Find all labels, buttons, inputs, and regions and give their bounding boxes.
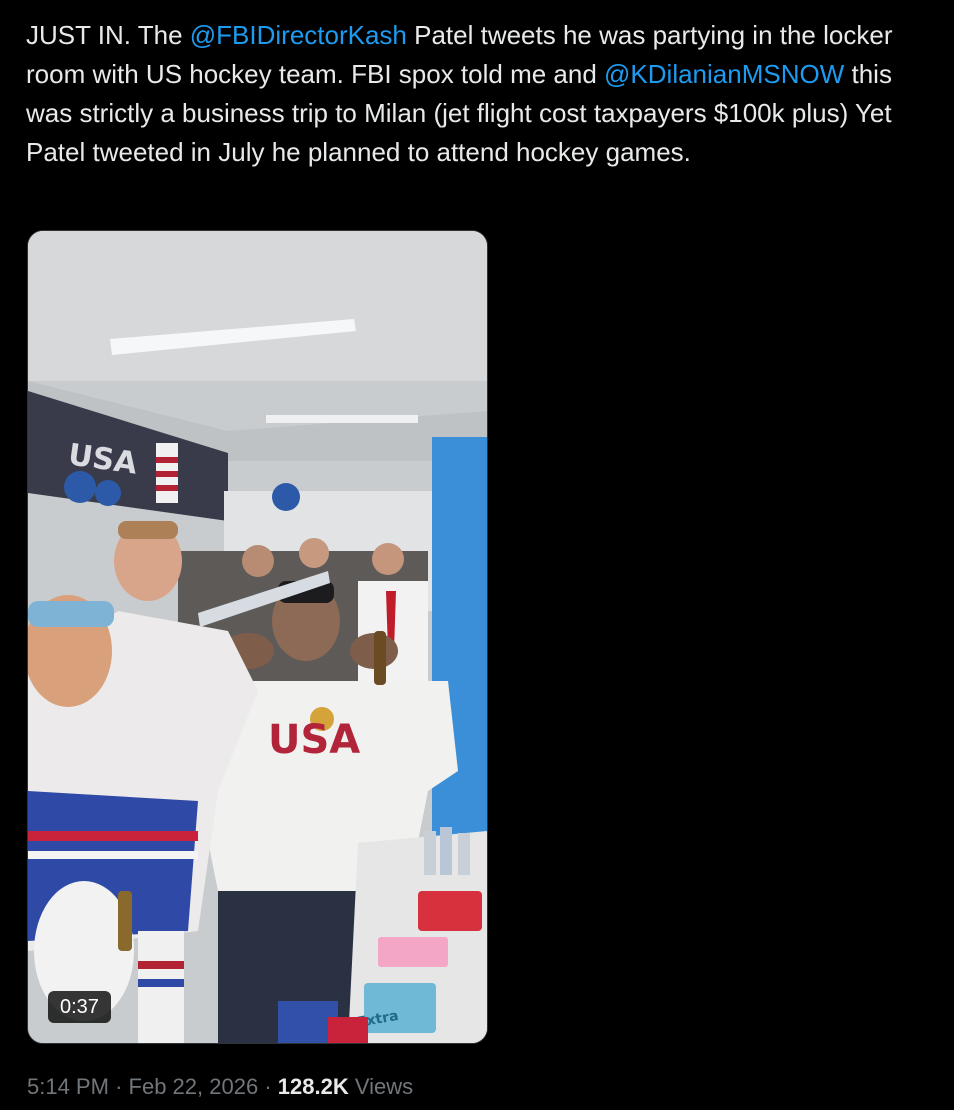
views-label: Views <box>354 1074 414 1099</box>
mention-link-kdilanianmsnow[interactable]: @KDilanianMSNOW <box>604 59 844 89</box>
video-player[interactable]: USA USA Extra 0:37 <box>27 230 488 1044</box>
video-duration-badge: 0:37 <box>48 991 111 1023</box>
meta-separator: · <box>264 1074 272 1099</box>
jersey-lettering: USA <box>268 717 360 763</box>
tweet-text: JUST IN. The @FBIDirectorKash Patel twee… <box>26 16 926 172</box>
video-thumbnail: USA USA Extra <box>28 231 487 1043</box>
tweet-text-part-1: JUST IN. The <box>26 20 190 50</box>
views-count: 128.2K <box>277 1074 349 1099</box>
meta-separator: · <box>115 1074 123 1099</box>
timestamp-time[interactable]: 5:14 PM <box>27 1074 109 1099</box>
timestamp-date[interactable]: Feb 22, 2026 <box>129 1074 259 1099</box>
tweet-metadata: 5:14 PM · Feb 22, 2026 · 128.2K Views <box>27 1073 413 1101</box>
mention-link-fbidirectorkash[interactable]: @FBIDirectorKash <box>190 20 407 50</box>
